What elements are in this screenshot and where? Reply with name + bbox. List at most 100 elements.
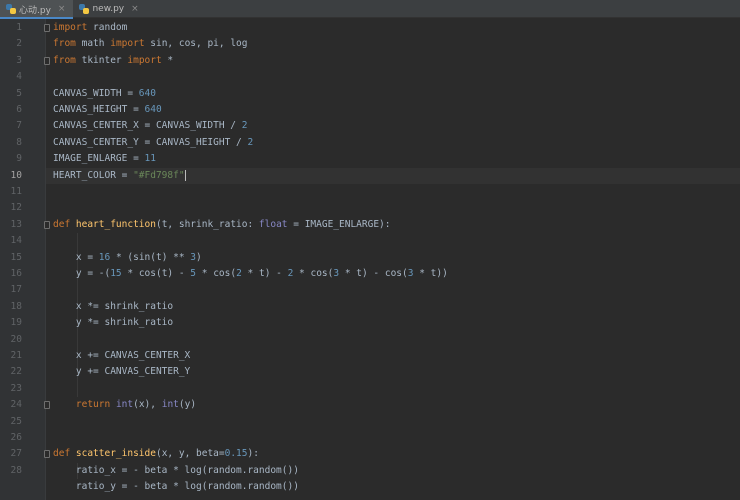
code-line[interactable]: from math import sin, cos, pi, log: [53, 36, 248, 52]
code-editor[interactable]: 1 2 3 4 5 6 7 8 9 10 11 12 13 14 15 16 17 18 19 20 21 22 23 24 2…: [0, 19, 740, 500]
code-line[interactable]: IMAGE_ENLARGE = 11: [53, 151, 156, 167]
code-token: (x),: [133, 399, 162, 411]
line-number: 25: [10, 415, 22, 427]
code-token: 0.15: [224, 448, 248, 460]
code-token: math: [75, 38, 111, 50]
code-token: 16: [98, 251, 111, 263]
code-token: *: [161, 54, 174, 66]
fold-toggle-icon[interactable]: [44, 450, 50, 459]
code-line[interactable]: x = 16 * (sin(t) ** 3): [53, 250, 202, 266]
code-token: 15: [110, 268, 122, 279]
code-token: CANVAS_CENTER_Y = CANVAS_HEIGHT /: [53, 136, 248, 148]
close-icon[interactable]: ×: [131, 4, 139, 14]
code-token: 2: [241, 120, 248, 132]
code-token: heart_function: [75, 218, 156, 230]
code-line[interactable]: def scatter_inside(x, y, beta=0.15):: [53, 446, 259, 462]
code-token: y *= shrink_ratio: [53, 317, 174, 329]
code-line[interactable]: x += CANVAS_CENTER_X: [53, 348, 190, 364]
code-token: def: [53, 448, 76, 460]
code-token: 640: [138, 87, 156, 99]
line-number: 6: [16, 104, 22, 115]
code-line[interactable]: y *= shrink_ratio: [53, 315, 173, 331]
fold-toggle-icon[interactable]: [44, 56, 50, 65]
line-number: 8: [16, 136, 22, 148]
line-number: 1: [16, 22, 22, 33]
code-line[interactable]: CANVAS_CENTER_X = CANVAS_WIDTH / 2: [53, 118, 247, 134]
code-line[interactable]: return int(x), int(y): [53, 397, 196, 413]
code-token: ):: [247, 448, 259, 460]
line-number: 10: [10, 169, 22, 181]
code-token: import: [127, 54, 162, 66]
line-number: 13: [10, 218, 22, 230]
code-token: * (sin(t) **: [110, 251, 191, 263]
line-number: 9: [16, 153, 22, 165]
code-token: ratio_x = - beta * log(random.random()): [53, 464, 299, 476]
code-token: IMAGE_ENLARGE =: [53, 153, 145, 165]
code-token: int: [161, 399, 179, 411]
line-number: 18: [10, 300, 22, 312]
code-line[interactable]: import random: [53, 20, 127, 36]
code-token: HEART_COLOR =: [53, 169, 134, 181]
code-token: x *= shrink_ratio: [53, 300, 174, 312]
code-token: CANVAS_HEIGHT =: [53, 104, 145, 115]
line-number: 23: [10, 382, 22, 394]
line-number: 15: [10, 251, 22, 263]
code-line[interactable]: ratio_y = - beta * log(random.random()): [53, 479, 299, 495]
code-token: * t)): [413, 268, 448, 279]
code-token: y += CANVAS_CENTER_Y: [53, 366, 191, 378]
code-line[interactable]: from tkinter import *: [53, 53, 173, 69]
code-token: x =: [53, 251, 99, 263]
code-token: y = -(: [53, 268, 111, 279]
code-token: def: [53, 218, 76, 230]
code-line[interactable]: x *= shrink_ratio: [53, 299, 173, 315]
code-token: from: [53, 38, 76, 50]
code-line[interactable]: def heart_function(t, shrink_ratio: floa…: [53, 217, 390, 233]
text-caret: [184, 169, 186, 181]
code-line[interactable]: y += CANVAS_CENTER_Y: [53, 364, 190, 380]
code-token: sin, cos, pi, log: [144, 38, 248, 50]
code-line[interactable]: CANVAS_HEIGHT = 640: [53, 102, 162, 118]
code-token: from: [53, 54, 76, 66]
line-number: 14: [10, 235, 22, 247]
tab-new-py[interactable]: new.py ×: [73, 0, 146, 18]
line-number: 11: [10, 186, 22, 197]
code-token: * t) -: [241, 268, 288, 279]
code-line[interactable]: ratio_x = - beta * log(random.random()): [53, 463, 299, 479]
line-number: 22: [10, 366, 22, 378]
line-number: 21: [10, 350, 22, 361]
code-token: = IMAGE_ENLARGE):: [287, 218, 391, 230]
editor-tab-bar: 心动.py × new.py ×: [0, 0, 740, 19]
code-line[interactable]: y = -(15 * cos(t) - 5 * cos(2 * t) - 2 *…: [53, 266, 448, 282]
code-line[interactable]: CANVAS_WIDTH = 640: [53, 86, 156, 102]
code-token: CANVAS_WIDTH =: [53, 87, 139, 99]
fold-toggle-icon[interactable]: [44, 401, 50, 410]
line-number: 26: [10, 432, 22, 443]
code-token: float: [258, 218, 288, 230]
code-token: return: [75, 399, 116, 411]
line-number: 5: [16, 87, 22, 99]
line-number: 17: [10, 284, 22, 296]
fold-toggle-icon[interactable]: [44, 24, 50, 32]
code-token: 2: [247, 136, 254, 148]
code-token: ratio_y = - beta * log(random.random()): [53, 481, 299, 493]
line-number: 27: [10, 448, 22, 460]
code-token: int: [115, 399, 134, 411]
code-token: CANVAS_CENTER_X = CANVAS_WIDTH /: [53, 120, 242, 132]
code-token: import: [110, 38, 145, 50]
line-number: 7: [16, 120, 22, 132]
fold-toggle-icon[interactable]: [44, 220, 50, 229]
line-number: 4: [16, 71, 22, 83]
python-file-icon: [79, 4, 90, 14]
code-line[interactable]: HEART_COLOR = "#Fd798f": [53, 168, 186, 184]
tab-label: new.py: [92, 4, 125, 14]
close-icon[interactable]: ×: [58, 4, 66, 14]
line-number: 19: [10, 317, 22, 329]
line-number: 16: [10, 268, 22, 279]
code-token: * cos(t) -: [121, 268, 191, 279]
line-number-gutter[interactable]: 1 2 3 4 5 6 7 8 9 10 11 12 13 14 15 16 17 18 19 20 21 22 23 24 2…: [0, 19, 46, 500]
code-token: import: [53, 22, 88, 33]
line-number: 2: [16, 38, 22, 50]
line-number: 28: [10, 464, 22, 476]
tab-heart-py[interactable]: 心动.py ×: [0, 0, 74, 19]
code-line[interactable]: CANVAS_CENTER_Y = CANVAS_HEIGHT / 2: [53, 135, 253, 151]
